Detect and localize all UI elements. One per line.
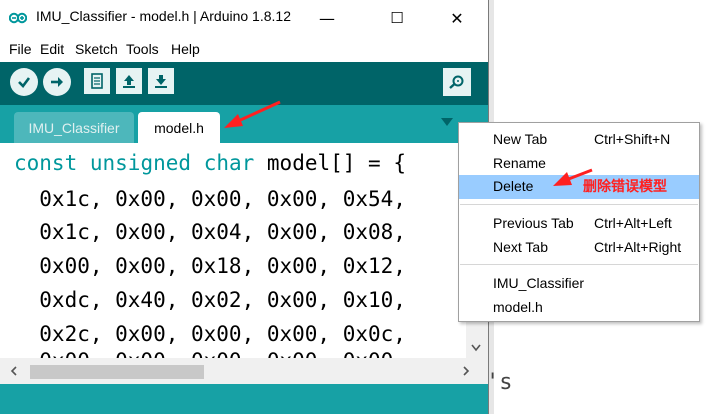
annotation-arrow-delete [553,168,593,186]
annotation-arrow-tab [224,100,281,128]
annotation-arrows [224,100,593,186]
